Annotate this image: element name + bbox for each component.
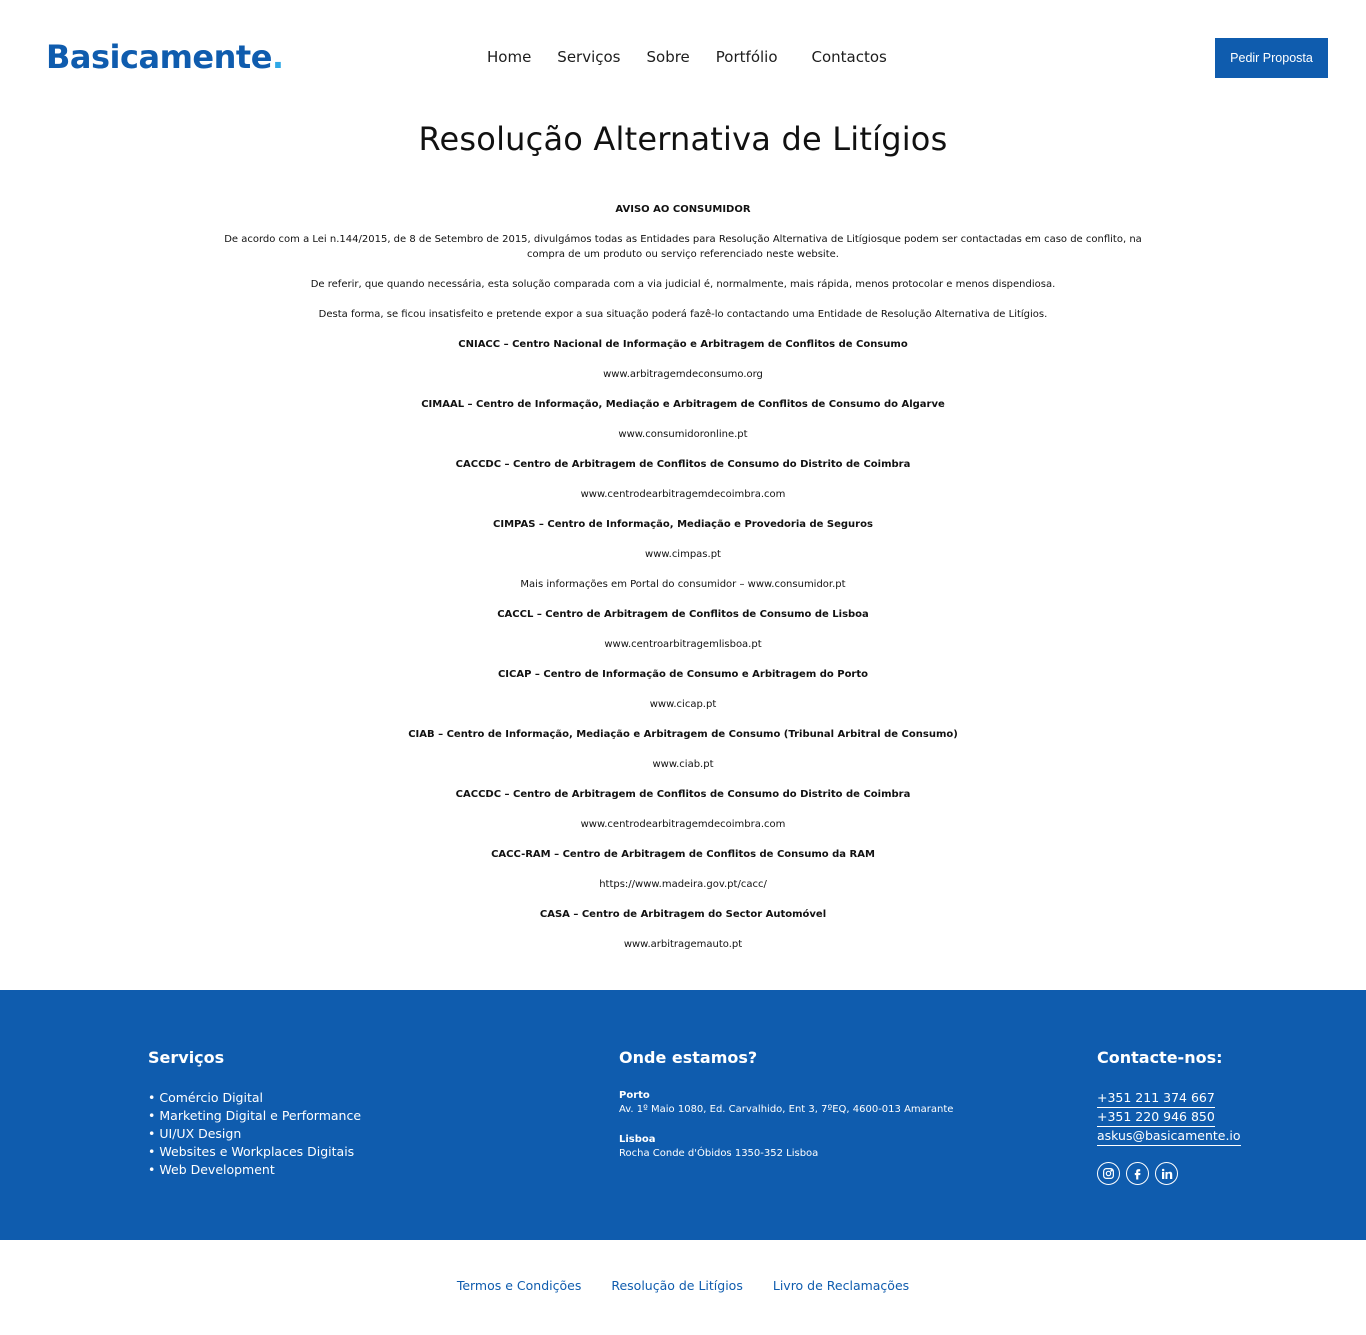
nav-services[interactable]: Serviços	[557, 48, 620, 66]
site-footer: Serviços Comércio Digital Marketing Digi…	[0, 990, 1366, 1240]
social-links	[1097, 1162, 1241, 1185]
paragraph: De referir, que quando necessária, esta …	[310, 279, 1056, 290]
location-address: Rocha Conde d'Óbidos 1350-352 Lisboa	[619, 1148, 819, 1159]
location-city: Porto	[619, 1090, 650, 1101]
entity-url[interactable]: www.centrodearbitragemdecoimbra.com	[220, 817, 1146, 832]
entity-name: CACCDC – Centro de Arbitragem de Conflit…	[455, 459, 911, 470]
location-address: Av. 1º Maio 1080, Ed. Carvalhido, Ent 3,…	[619, 1104, 954, 1115]
page-content: AVISO AO CONSUMIDOR De acordo com a Lei …	[220, 202, 1146, 967]
site-header: Basicamente. Home Serviços Sobre Portfól…	[0, 0, 1366, 110]
dispute-resolution-link[interactable]: Resolução de Litígios	[611, 1278, 743, 1293]
linkedin-icon[interactable]	[1155, 1162, 1178, 1185]
entity-name: CASA – Centro de Arbitragem do Sector Au…	[539, 909, 827, 920]
entity-name: CACC-RAM – Centro de Arbitragem de Confl…	[491, 849, 875, 860]
entity-url[interactable]: www.arbitragemauto.pt	[220, 937, 1146, 952]
nav-portfolio[interactable]: Portfólio	[716, 48, 778, 66]
facebook-icon[interactable]	[1126, 1162, 1149, 1185]
request-proposal-button[interactable]: Pedir Proposta	[1215, 38, 1328, 78]
footer-services: Serviços Comércio Digital Marketing Digi…	[148, 1048, 361, 1179]
instagram-icon[interactable]	[1097, 1162, 1120, 1185]
entity-name: CACCL – Centro de Arbitragem de Conflito…	[497, 609, 869, 620]
logo[interactable]: Basicamente.	[46, 38, 284, 76]
entity-url[interactable]: https://www.madeira.gov.pt/cacc/	[220, 877, 1146, 892]
services-list: Comércio Digital Marketing Digital e Per…	[148, 1089, 361, 1179]
footer-location-title: Onde estamos?	[619, 1048, 758, 1067]
entity-url[interactable]: www.cimpas.pt	[220, 547, 1146, 562]
notice-heading: AVISO AO CONSUMIDOR	[615, 204, 751, 215]
entity-name: CACCDC – Centro de Arbitragem de Conflit…	[455, 789, 911, 800]
service-item[interactable]: Marketing Digital e Performance	[148, 1107, 361, 1125]
location-city: Lisboa	[619, 1134, 656, 1145]
entity-name: CIMPAS – Centro de Informação, Mediação …	[493, 519, 873, 530]
entity-url[interactable]: www.centroarbitragemlisboa.pt	[220, 637, 1146, 652]
footer-location: Onde estamos? Porto Av. 1º Maio 1080, Ed…	[619, 1048, 953, 1177]
paragraph: Desta forma, se ficou insatisfeito e pre…	[318, 309, 1048, 320]
footer-services-title: Serviços	[148, 1048, 225, 1067]
contact-list: +351 211 374 667 +351 220 946 850 askus@…	[1097, 1089, 1241, 1146]
complaints-book-link[interactable]: Livro de Reclamações	[773, 1278, 909, 1293]
footer-contact-title: Contacte-nos:	[1097, 1048, 1223, 1067]
entity-url[interactable]: www.centrodearbitragemdecoimbra.com	[220, 487, 1146, 502]
nav-home[interactable]: Home	[487, 48, 531, 66]
entity-name: CNIACC – Centro Nacional de Informação e…	[458, 339, 908, 350]
main-nav: Home Serviços Sobre Portfólio Contactos	[487, 48, 887, 66]
service-item[interactable]: Websites e Workplaces Digitais	[148, 1143, 361, 1161]
entity-name: CIMAAL – Centro de Informação, Mediação …	[421, 399, 945, 410]
service-item[interactable]: Comércio Digital	[148, 1089, 361, 1107]
terms-link[interactable]: Termos e Condições	[457, 1278, 582, 1293]
entity-url[interactable]: www.consumidoronline.pt	[220, 427, 1146, 442]
email-link[interactable]: askus@basicamente.io	[1097, 1127, 1241, 1146]
phone-link[interactable]: +351 220 946 850	[1097, 1108, 1215, 1127]
footer-bottom-links: Termos e Condições Resolução de Litígios…	[0, 1278, 1366, 1293]
entity-url[interactable]: www.arbitragemdeconsumo.org	[220, 367, 1146, 382]
entity-name: CICAP – Centro de Informação de Consumo …	[497, 669, 869, 680]
page-title: Resolução Alternativa de Litígios	[418, 120, 948, 158]
footer-contact: Contacte-nos: +351 211 374 667 +351 220 …	[1097, 1048, 1241, 1185]
paragraph: De acordo com a Lei n.144/2015, de 8 de …	[224, 234, 1142, 260]
nav-about[interactable]: Sobre	[647, 48, 690, 66]
entity-url[interactable]: www.ciab.pt	[220, 757, 1146, 772]
phone-link[interactable]: +351 211 374 667	[1097, 1089, 1215, 1108]
service-item[interactable]: Web Development	[148, 1161, 361, 1179]
entity-url[interactable]: www.cicap.pt	[220, 697, 1146, 712]
location-lisboa: Lisboa Rocha Conde d'Óbidos 1350-352 Lis…	[619, 1133, 953, 1161]
logo-text: Basicamente	[46, 38, 272, 76]
service-item[interactable]: UI/UX Design	[148, 1125, 361, 1143]
entity-name: CIAB – Centro de Informação, Mediação e …	[408, 729, 958, 740]
more-info: Mais informações em Portal do consumidor…	[520, 579, 846, 590]
location-porto: Porto Av. 1º Maio 1080, Ed. Carvalhido, …	[619, 1089, 953, 1117]
logo-dot: .	[271, 38, 284, 76]
nav-contacts[interactable]: Contactos	[812, 48, 887, 66]
